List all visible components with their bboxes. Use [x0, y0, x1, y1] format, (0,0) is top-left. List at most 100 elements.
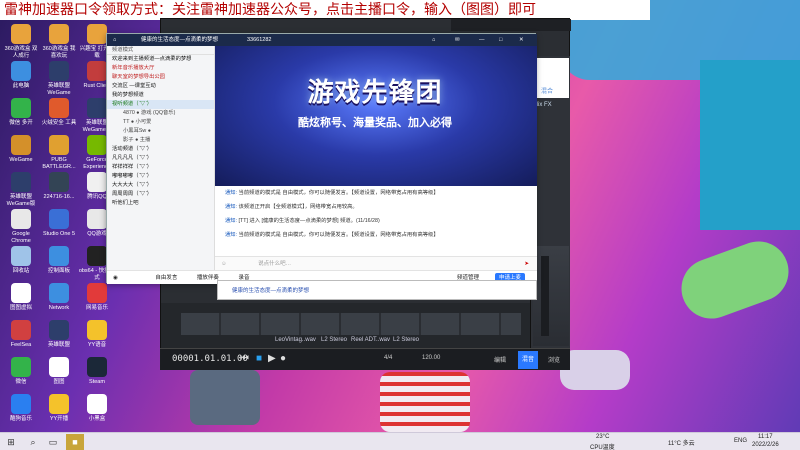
desktop-icon[interactable]: 网易音乐 — [78, 283, 116, 312]
channel-item[interactable]: 4870 ● 游戏 (QQ音乐) — [107, 109, 214, 118]
avatar[interactable]: ◉ — [113, 275, 118, 281]
desktop-icon[interactable]: 图图虚拟 — [2, 283, 40, 312]
search-icon[interactable]: ⌕ — [24, 434, 42, 450]
tempo[interactable]: 120.00 — [422, 355, 440, 361]
rewind-icon[interactable]: ⏮ — [240, 353, 249, 364]
track-name: L2 Stereo — [393, 337, 420, 343]
desktop-icon-label: 网易音乐 — [85, 305, 108, 311]
emoji-icon[interactable]: ☺ — [221, 261, 227, 267]
clock-date[interactable]: 2022/2/26 — [752, 442, 779, 448]
taskview-icon[interactable]: ▭ — [44, 434, 62, 450]
channel-mode[interactable]: 频道模式 — [107, 46, 214, 55]
daw-titlebar — [451, 19, 571, 31]
desktop-icon[interactable]: YY语音 — [78, 320, 116, 349]
desktop-icon[interactable]: WeGame — [2, 135, 40, 164]
time-signature: 4/4 — [384, 355, 393, 361]
channel-item[interactable]: TT ● 小可爱 — [107, 118, 214, 127]
desktop-icon[interactable]: 控制面板 — [40, 246, 78, 275]
desktop-icon[interactable]: 此电脑 — [2, 61, 40, 90]
desktop-icon[interactable]: FeelSea — [2, 320, 40, 349]
channel-item[interactable]: 嘟嘟嘟嘟（ ̄▽ ̄） — [107, 172, 214, 181]
channel-item[interactable]: 欢迎来到主播频道—点滴柔的梦想 — [107, 55, 214, 64]
desktop-icon-label: 224716-16... — [43, 194, 75, 200]
close-icon[interactable]: ✕ — [519, 34, 524, 46]
channel-item[interactable]: 影子 ● 主播 — [107, 136, 214, 145]
mixer-area: LeoVintag..wav L2 Stereo Reel ADT..wav L… — [161, 303, 531, 349]
music-button[interactable]: 播放伴奏 — [197, 275, 219, 281]
channel-item[interactable]: 我的梦想频道 — [107, 91, 214, 100]
desktop-icon[interactable]: 360游戏盒 双人成行 — [2, 24, 40, 60]
desktop-icon[interactable]: 英雄联盟 — [40, 320, 78, 349]
background-shape — [673, 232, 797, 328]
start-icon[interactable]: ⊞ — [2, 434, 20, 450]
clock-time[interactable]: 11:17 — [758, 434, 773, 440]
channel-item[interactable]: 祥祥祥祥（ ̄▽ ̄） — [107, 163, 214, 172]
desktop-icon[interactable]: 图图 — [40, 357, 78, 386]
weather[interactable]: 11°C 多云 — [668, 438, 695, 447]
tab-browse[interactable]: 浏览 — [548, 355, 560, 364]
desktop-icon[interactable]: Steam — [78, 357, 116, 386]
channel-item[interactable]: 视听频道（ ̄▽ ̄） — [107, 100, 214, 109]
channel-item[interactable]: 小黑耳Sw ● — [107, 127, 214, 136]
app-icon — [11, 246, 31, 266]
app-icon[interactable]: ■ — [66, 434, 84, 450]
app-icon — [87, 357, 107, 377]
minimize-icon[interactable]: — — [479, 34, 485, 46]
track-name: L2 Stereo — [321, 337, 348, 343]
maximize-icon[interactable]: □ — [499, 34, 502, 46]
channel-item[interactable]: 凡凡凡凡（ ̄▽ ̄） — [107, 154, 214, 163]
language[interactable]: ENG — [734, 438, 747, 444]
tab-edit[interactable]: 编辑 — [494, 355, 506, 364]
channel-strip[interactable] — [533, 246, 569, 346]
channel-item[interactable]: 新年音乐播放大厅 — [107, 64, 214, 73]
message-input[interactable]: ☺ 说点什么吧… ➤ — [215, 256, 537, 270]
channel-item[interactable]: 周周周周（ ̄▽ ̄） — [107, 190, 214, 199]
desktop-icon-label: 图图 — [53, 379, 65, 385]
desktop-icon-label: WeGame — [9, 157, 33, 163]
send-icon[interactable]: ➤ — [524, 257, 529, 271]
desktop-icon[interactable]: 224716-16... — [40, 172, 78, 201]
channel-item[interactable]: 大大大大（ ̄▽ ̄） — [107, 181, 214, 190]
desktop-icon[interactable]: 360游戏盒 我喜欢玩 — [40, 24, 78, 60]
desktop-icon[interactable]: 酷狗音乐 — [2, 394, 40, 423]
sub-window[interactable]: 健康的生活态度—点滴柔的梦想 — [217, 280, 537, 300]
desktop-icon[interactable]: 小黑盒 — [78, 394, 116, 423]
stop-icon[interactable]: ■ — [256, 353, 262, 364]
desktop-icon[interactable]: 火绒安全 工具 — [40, 98, 78, 127]
desktop-icon-label: 小黑盒 — [88, 416, 106, 422]
desktop-icon[interactable]: 微信 多开 — [2, 98, 40, 127]
desktop-icon[interactable]: 英雄联盟 WeGame版 — [2, 172, 40, 208]
play-icon[interactable]: ▶ — [268, 353, 276, 364]
promo-image[interactable]: 游戏先锋团 酷炫称号、海量奖品、加入必得 — [215, 46, 537, 186]
channel-item[interactable]: 听他们上吧 — [107, 199, 214, 208]
desktop-icon[interactable]: 回收站 — [2, 246, 40, 275]
app-icon — [11, 320, 31, 340]
channel-title: 健康的生活态度—点滴柔的梦想 — [141, 37, 219, 43]
desktop-icon-label: 360游戏盒 双人成行 — [4, 46, 38, 59]
app-icon — [11, 172, 31, 192]
desktop-icon[interactable]: 英雄联盟 WeGame — [40, 61, 78, 97]
channel-item[interactable]: 活动频道（ ̄▽ ̄） — [107, 145, 214, 154]
desktop-icon[interactable]: Google Chrome — [2, 209, 40, 245]
desktop-icon[interactable]: 微信 — [2, 357, 40, 386]
home-icon[interactable]: ⌂ — [113, 34, 116, 46]
desktop-icon[interactable]: Studio One 5 — [40, 209, 78, 238]
tab-mix[interactable]: 混音 — [518, 351, 538, 369]
desktop-icon-label: PUBG BATTLEGR... — [42, 157, 76, 170]
desktop-icon[interactable]: YY开播 — [40, 394, 78, 423]
mixer-channels[interactable] — [181, 313, 521, 335]
channel-item[interactable]: 交流区 —课堂互动 — [107, 82, 214, 91]
cpu-label: CPU温度 — [590, 445, 615, 450]
app-icon — [49, 24, 69, 44]
mic-button[interactable]: 自由发言 — [155, 275, 177, 281]
desktop-icon[interactable]: PUBG BATTLEGR... — [40, 135, 78, 171]
record-icon[interactable]: ● — [280, 353, 286, 364]
app-icon — [49, 357, 69, 377]
desktop-icons: 360游戏盒 双人成行 360游戏盒 我喜欢玩 兴趣宝 打开下载 此电脑 英雄联盟 We… — [0, 24, 118, 429]
message-item: 通知: 当前频道的模式是 自由模式，你可以随便发言。【频道设置，网络带宽占用有高… — [225, 232, 439, 238]
message-icon[interactable]: ✉ — [455, 34, 460, 46]
channel-item[interactable]: 聊天室的梦想导出公园 — [107, 73, 214, 82]
home-icon[interactable]: ⌂ — [432, 34, 435, 46]
desktop-icon[interactable]: Network — [40, 283, 78, 312]
message-item: 通知: [TT] 进入 [健康的生活态度—点滴柔的梦想] 频道。(11/16/2… — [225, 218, 380, 224]
